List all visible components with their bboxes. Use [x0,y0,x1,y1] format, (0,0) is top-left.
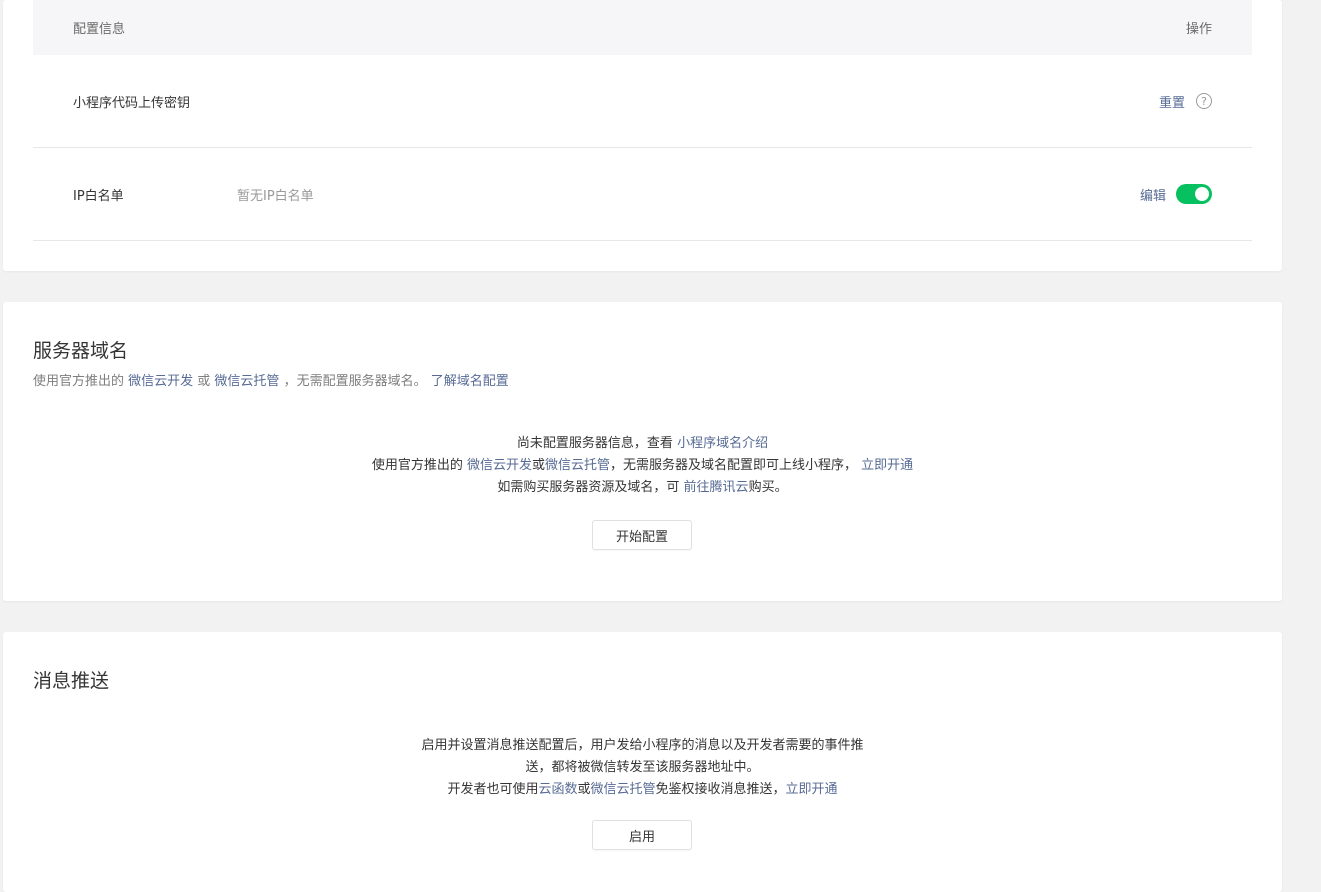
config-table: 配置信息 操作 小程序代码上传密钥 重置 ? IP白名单 暂无IP白名单 编辑 [33,0,1252,241]
ip-whitelist-label: IP白名单 [73,188,124,204]
info-line-2: 使用官方推出的 微信云开发或微信云托管，无需服务器及域名配置即可上线小程序， 立… [3,455,1282,477]
info-text: 开发者也可使用 [447,782,539,797]
server-domain-card: 服务器域名 使用官方推出的 微信云开发 或 微信云托管 ，无需配置服务器域名。 … [3,302,1282,601]
header-config-info: 配置信息 [73,22,126,37]
ip-whitelist-value: 暂无IP白名单 [237,188,314,204]
reset-link[interactable]: 重置 [1159,92,1185,111]
table-header: 配置信息 操作 [33,0,1252,55]
message-push-info: 启用并设置消息推送配置后，用户发给小程序的消息以及开发者需要的事件推 送，都将被… [3,735,1282,801]
server-domain-title: 服务器域名 [33,340,129,362]
server-domain-desc: 使用官方推出的 微信云开发 或 微信云托管 ，无需配置服务器域名。 了解域名配置 [33,370,509,389]
table-row-upload-key: 小程序代码上传密钥 重置 ? [33,55,1252,148]
toggle-knob [1195,187,1209,201]
ip-whitelist-toggle[interactable] [1176,184,1212,204]
ip-whitelist-actions: 编辑 [1140,184,1212,204]
info-text: 免鉴权接收消息推送， [655,782,786,797]
cloud-function-link[interactable]: 云函数 [538,782,577,797]
info-line-1: 尚未配置服务器信息，查看 小程序域名介绍 [3,433,1282,455]
info-text: 使用官方推出的 [371,458,467,473]
info-text: 或 [531,458,545,473]
desc-text: ，无需配置服务器域名。 [279,374,431,389]
header-actions: 操作 [1185,22,1212,37]
desc-text: 或 [193,374,215,389]
info-text: 或 [577,782,591,797]
message-push-card: 消息推送 启用并设置消息推送配置后，用户发给小程序的消息以及开发者需要的事件推 … [3,632,1282,892]
info-text: ，无需服务器及域名配置即可上线小程序， [610,458,862,473]
cloud-dev-link[interactable]: 微信云开发 [467,458,532,473]
tencent-cloud-link[interactable]: 前往腾讯云 [684,480,749,495]
message-push-title: 消息推送 [33,670,110,692]
info-line-3: 如需购买服务器资源及域名，可 前往腾讯云购买。 [3,477,1282,499]
table-row-ip-whitelist: IP白名单 暂无IP白名单 编辑 [33,148,1252,241]
cloud-hosting-link[interactable]: 微信云托管 [591,782,656,797]
question-icon[interactable]: ? [1196,93,1212,109]
info-text: 购买。 [748,480,788,495]
open-now-link[interactable]: 立即开通 [786,782,838,797]
config-card: 配置信息 操作 小程序代码上传密钥 重置 ? IP白名单 暂无IP白名单 编辑 [3,0,1282,271]
info-text: 尚未配置服务器信息，查看 [516,436,678,451]
learn-domain-config-link[interactable]: 了解域名配置 [431,374,509,389]
push-line-3: 开发者也可使用云函数或微信云托管免鉴权接收消息推送，立即开通 [3,779,1282,801]
cloud-hosting-link[interactable]: 微信云托管 [545,458,610,473]
push-line-2: 送，都将被微信转发至该服务器地址中。 [525,760,760,775]
open-now-link[interactable]: 立即开通 [861,458,913,473]
enable-button[interactable]: 启用 [592,820,692,850]
upload-key-label: 小程序代码上传密钥 [73,95,191,111]
edit-link[interactable]: 编辑 [1140,185,1166,204]
domain-intro-link[interactable]: 小程序域名介绍 [677,436,768,451]
cloud-dev-link[interactable]: 微信云开发 [128,374,193,389]
cloud-hosting-link[interactable]: 微信云托管 [214,374,279,389]
upload-key-actions: 重置 ? [1159,92,1212,111]
push-line-1: 启用并设置消息推送配置后，用户发给小程序的消息以及开发者需要的事件推 [421,738,864,753]
start-config-button[interactable]: 开始配置 [592,520,692,550]
desc-text: 使用官方推出的 [33,374,129,389]
info-text: 如需购买服务器资源及域名，可 [497,480,684,495]
server-domain-info: 尚未配置服务器信息，查看 小程序域名介绍 使用官方推出的 微信云开发或微信云托管… [3,433,1282,499]
